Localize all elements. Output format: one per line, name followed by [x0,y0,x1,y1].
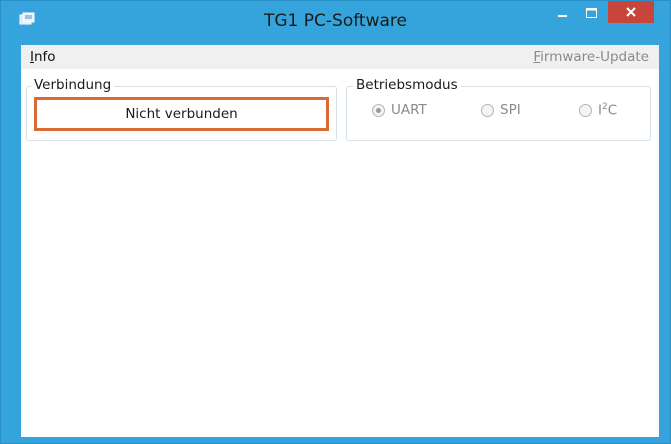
maximize-button[interactable] [576,1,606,25]
menu-info-label: nfo [33,49,56,65]
menu-info[interactable]: Info [30,49,56,65]
connection-group: Verbindung Nicht verbunden [26,77,337,141]
main-content: Verbindung Nicht verbunden Betriebsmodus… [21,69,659,437]
radio-selected-icon [372,103,385,117]
mode-radio-spi[interactable]: SPI [481,102,521,118]
minimize-button[interactable] [548,1,578,25]
title-bar[interactable]: TG1 PC-Software [1,1,670,41]
minimize-icon [558,15,567,17]
radio-unselected-icon [579,103,592,117]
radio-unselected-icon [481,103,494,117]
operating-mode-group-label: Betriebsmodus [353,77,461,93]
app-window: TG1 PC-Software Info Firmware-Update Ver… [0,0,671,444]
maximize-icon [585,8,597,18]
client-area: Info Firmware-Update Verbindung Nicht ve… [21,45,659,437]
close-icon [626,7,636,17]
mode-i2c-label: I2C [598,102,618,119]
connection-group-label: Verbindung [31,77,115,93]
menu-firmware-update[interactable]: Firmware-Update [533,49,649,65]
menu-firmware-label: irmware-Update [540,49,649,65]
operating-mode-group: Betriebsmodus UART SPI I2C [346,77,651,141]
menu-bar: Info Firmware-Update [21,45,659,69]
mode-radio-uart[interactable]: UART [372,102,427,118]
mode-radio-i2c[interactable]: I2C [579,102,617,119]
mode-uart-label: UART [391,102,427,118]
close-button[interactable] [608,1,654,23]
connection-status-text: Nicht verbunden [125,106,238,122]
mode-spi-label: SPI [500,102,521,118]
connection-status-button[interactable]: Nicht verbunden [34,97,329,131]
